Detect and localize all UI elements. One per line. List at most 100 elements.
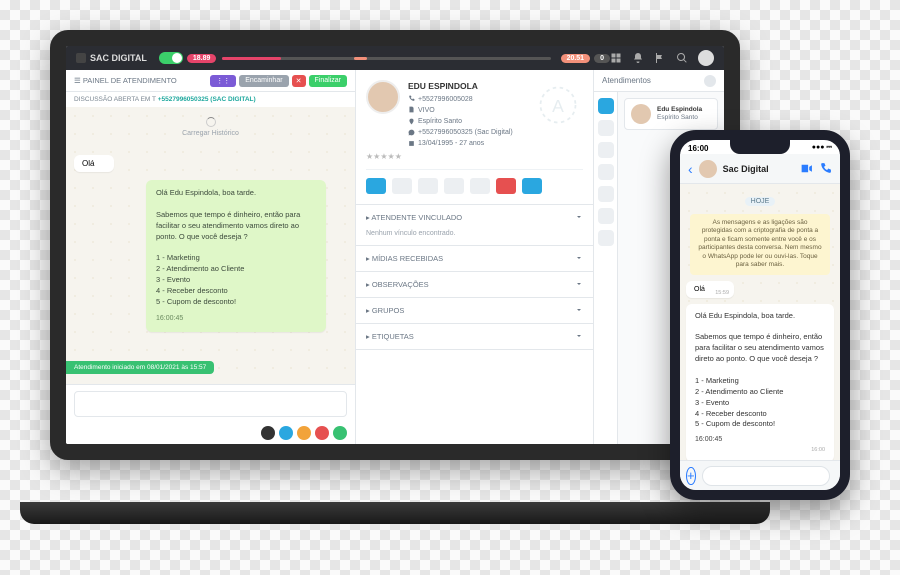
rating-stars: ★★★★★ xyxy=(366,152,583,161)
rail-filter-5[interactable] xyxy=(598,208,614,224)
ticket-avatar xyxy=(631,104,651,124)
seal-icon: A xyxy=(537,84,579,126)
mobile-app: 16:00 ●●● ⎓ ‹ Sac Digital HOJE As mensag… xyxy=(670,130,850,500)
phone-message-input[interactable] xyxy=(702,466,830,486)
attach-icon[interactable]: + xyxy=(686,467,696,485)
date-pill: HOJE xyxy=(686,190,834,208)
encaminhar-button[interactable]: Encaminhar xyxy=(239,75,288,87)
chat-area: Carregar Histórico Olá Olá Edu Espindola… xyxy=(66,107,355,384)
group-button[interactable]: ⋮⋮ xyxy=(210,75,236,87)
topbar: SAC DIGITAL 18.89 20.51 0 xyxy=(66,46,724,70)
phone-contact-avatar[interactable] xyxy=(699,160,717,178)
rail-filter-4[interactable] xyxy=(598,186,614,202)
profile-column: EDU ESPINDOLA +5527996005028 VIVO Espíri… xyxy=(356,70,594,444)
phone-compose: + xyxy=(680,460,840,490)
panel-header: ☰ PAINEL DE ATENDIMENTO ⋮⋮ Encaminhar ✕ … xyxy=(66,70,355,92)
compose-action-2[interactable] xyxy=(297,426,311,440)
tickets-tabbar: Atendimentos xyxy=(594,70,724,92)
phone-indicators: ●●● ⎓ xyxy=(812,144,832,152)
call-icon[interactable] xyxy=(819,162,832,175)
chevron-down-icon xyxy=(575,254,583,262)
encryption-notice: As mensagens e as ligações são protegida… xyxy=(690,214,830,275)
phone-notch xyxy=(730,140,790,154)
accordion-header[interactable]: ▸ GRUPOS xyxy=(356,298,593,323)
finalizar-button[interactable]: Finalizar xyxy=(309,75,347,87)
phone-message-out: Olá Edu Espindola, boa tarde. Sabemos qu… xyxy=(686,304,834,460)
message-out: Olá Edu Espindola, boa tarde. Sabemos qu… xyxy=(146,180,326,332)
session-tag: Atendimento iniciado em 08/01/2021 às 15… xyxy=(66,361,214,374)
spinner-icon xyxy=(206,117,216,127)
phone-chat-header: ‹ Sac Digital xyxy=(680,154,840,184)
status-pill-3: 0 xyxy=(594,54,610,63)
rail-filter-1[interactable] xyxy=(598,120,614,136)
compose-action-3[interactable] xyxy=(315,426,329,440)
profile-name: EDU ESPINDOLA xyxy=(408,80,513,94)
chat-column: ☰ PAINEL DE ATENDIMENTO ⋮⋮ Encaminhar ✕ … xyxy=(66,70,356,444)
brand-name: SAC DIGITAL xyxy=(90,53,147,63)
pin-icon xyxy=(408,118,415,125)
bell-icon[interactable] xyxy=(632,52,644,64)
compose-action-1[interactable] xyxy=(279,426,293,440)
accordion-header[interactable]: ▸ OBSERVAÇÕES xyxy=(356,272,593,297)
status-pill-2: 20.51 xyxy=(561,54,591,63)
rail-filter-0[interactable] xyxy=(598,98,614,114)
phone-chat-area: HOJE As mensagens e as ligações são prot… xyxy=(680,184,840,460)
desktop-app: SAC DIGITAL 18.89 20.51 0 ☰ PAINE xyxy=(50,30,740,460)
message-in: Olá xyxy=(74,155,114,172)
rail-filter-6[interactable] xyxy=(598,230,614,246)
brand: SAC DIGITAL xyxy=(76,53,147,63)
tickets-tab[interactable]: Atendimentos xyxy=(602,76,651,85)
chevron-down-icon xyxy=(575,332,583,340)
video-icon[interactable] xyxy=(800,162,813,175)
quick-action-2[interactable] xyxy=(418,178,438,194)
message-input[interactable] xyxy=(74,391,347,417)
accordion-3: ▸ GRUPOS xyxy=(356,298,593,324)
search-icon[interactable] xyxy=(676,52,688,64)
close-button[interactable]: ✕ xyxy=(292,75,306,87)
chevron-down-icon xyxy=(575,280,583,288)
flag-icon[interactable] xyxy=(654,52,666,64)
profile-card: EDU ESPINDOLA +5527996005028 VIVO Espíri… xyxy=(356,70,593,205)
phone-icon xyxy=(408,95,415,102)
compose-action-0[interactable] xyxy=(261,426,275,440)
accordion-header[interactable]: ▸ MÍDIAS RECEBIDAS xyxy=(356,246,593,271)
quick-actions-bar xyxy=(366,169,583,194)
quick-action-3[interactable] xyxy=(444,178,464,194)
chevron-down-icon xyxy=(575,306,583,314)
quick-action-6[interactable] xyxy=(522,178,542,194)
user-avatar[interactable] xyxy=(698,50,714,66)
back-icon[interactable]: ‹ xyxy=(688,161,693,177)
quick-action-0[interactable] xyxy=(366,178,386,194)
quick-action-4[interactable] xyxy=(470,178,490,194)
accordion-header[interactable]: ▸ ETIQUETAS xyxy=(356,324,593,349)
quick-action-1[interactable] xyxy=(392,178,412,194)
phone-message-in: Olá15:59 xyxy=(686,281,734,298)
filter-icon[interactable] xyxy=(704,75,716,87)
channel-link[interactable]: +5527996050325 (SAC DIGITAL) xyxy=(158,96,256,103)
quick-action-5[interactable] xyxy=(496,178,516,194)
compose-action-4[interactable] xyxy=(333,426,347,440)
whatsapp-icon xyxy=(408,129,415,136)
status-pill-1: 18.89 xyxy=(187,54,217,63)
phone-contact-name[interactable]: Sac Digital xyxy=(723,164,794,174)
profile-avatar xyxy=(366,80,400,114)
laptop-base xyxy=(20,502,770,524)
phone-time: 16:00 xyxy=(688,144,708,153)
ticket-card[interactable]: Edu Espindola Espírito Santo xyxy=(624,98,718,130)
accordion-body: Nenhum vínculo encontrado. xyxy=(356,230,593,245)
ticket-name: Edu Espindola xyxy=(657,106,702,114)
logo-icon xyxy=(76,53,86,63)
online-toggle[interactable] xyxy=(159,52,183,64)
panel-title: PAINEL DE ATENDIMENTO xyxy=(83,76,177,85)
rail-filter-3[interactable] xyxy=(598,164,614,180)
tickets-rail xyxy=(594,92,618,444)
accordion-2: ▸ OBSERVAÇÕES xyxy=(356,272,593,298)
chevron-down-icon xyxy=(575,213,583,221)
rail-filter-2[interactable] xyxy=(598,142,614,158)
load-history[interactable]: Carregar Histórico xyxy=(66,107,355,147)
grid-icon[interactable] xyxy=(610,52,622,64)
sim-icon xyxy=(408,106,415,113)
progress-bar xyxy=(222,57,550,60)
accordion-header[interactable]: ▸ ATENDENTE VINCULADO xyxy=(356,205,593,230)
sub-header: DISCUSSÃO ABERTA EM T +5527996050325 (SA… xyxy=(66,92,355,107)
